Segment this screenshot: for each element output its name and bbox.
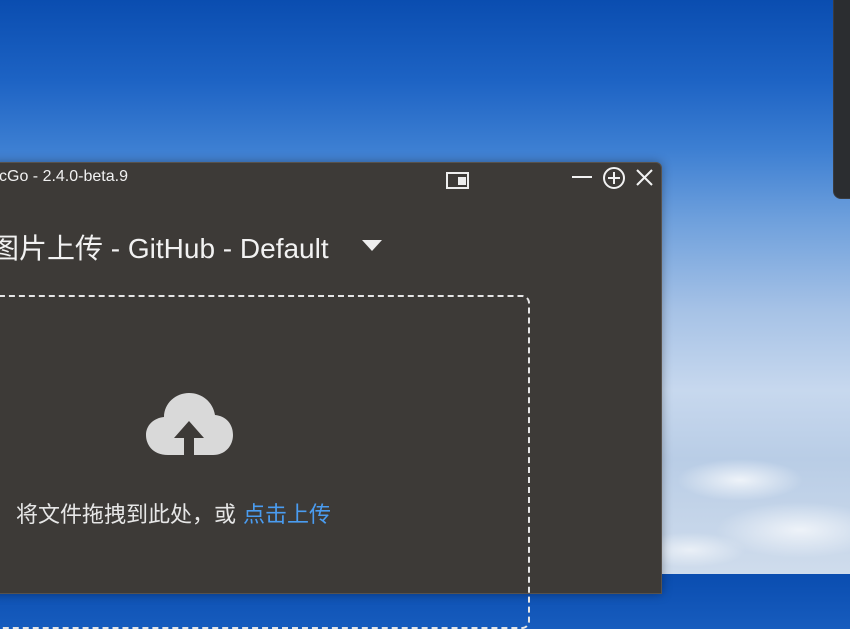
page-heading: 图片上传 - GitHub - Default — [0, 233, 329, 264]
hint-text: 将文件拖拽到此处，或 — [16, 503, 243, 528]
close-icon[interactable] — [632, 165, 658, 191]
picgo-window: cGo - 2.4.0-beta.9 图片上传 - GitHub - Defau… — [0, 162, 662, 629]
upload-hint: 将文件拖拽到此处，或 点击上传 — [16, 497, 331, 529]
background-window-edge[interactable] — [833, 0, 850, 199]
cloud-upload-icon — [144, 389, 234, 459]
caret-down-icon[interactable] — [360, 237, 384, 255]
minimize-icon[interactable] — [569, 165, 595, 191]
upload-dropzone[interactable] — [0, 295, 530, 629]
mini-window-icon[interactable] — [446, 171, 470, 191]
window-title: cGo - 2.4.0-beta.9 — [0, 168, 128, 185]
click-to-upload-link[interactable]: 点击上传 — [243, 503, 331, 528]
maximize-icon[interactable] — [601, 165, 627, 191]
